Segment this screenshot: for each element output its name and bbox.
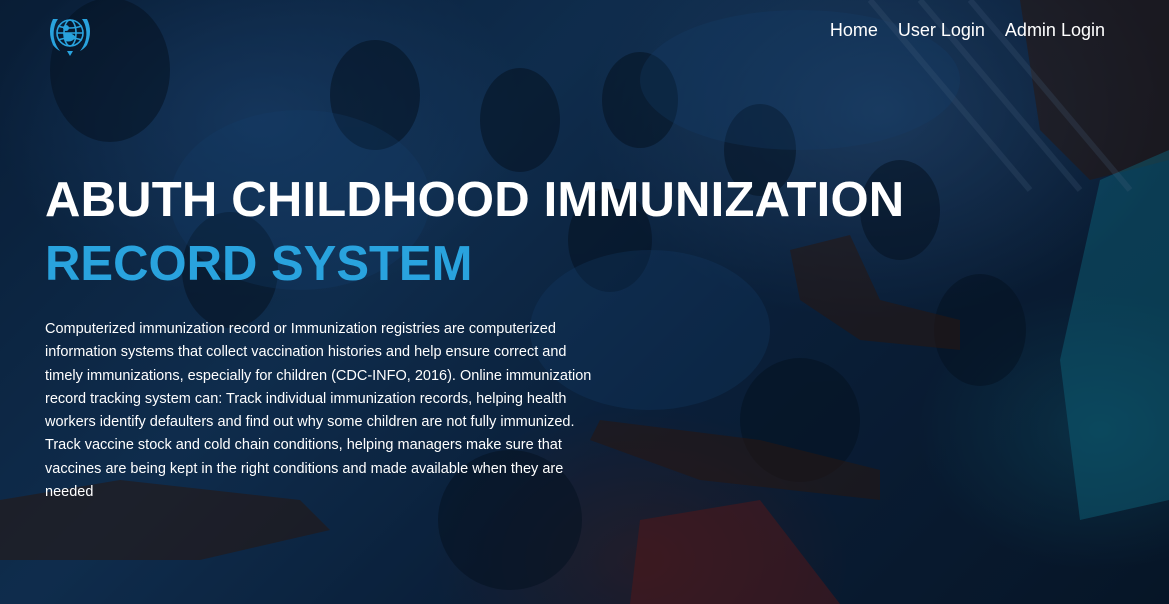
nav-link-user-login[interactable]: User Login — [898, 20, 985, 41]
hero-dark-overlay — [0, 0, 1169, 604]
unicef-logo-icon[interactable] — [45, 11, 95, 57]
top-navbar: Home User Login Admin Login — [0, 0, 1169, 64]
nav-links: Home User Login Admin Login — [830, 20, 1105, 41]
nav-link-admin-login[interactable]: Admin Login — [1005, 20, 1105, 41]
hero-title-accent: RECORD SYSTEM — [45, 237, 473, 291]
hero-section: Home User Login Admin Login ABUTH CHILDH… — [0, 0, 1169, 604]
nav-link-home[interactable]: Home — [830, 20, 878, 41]
hero-title-primary: ABUTH CHILDHOOD IMMUNIZATION — [45, 173, 905, 227]
hero-description: Computerized immunization record or Immu… — [45, 321, 592, 501]
